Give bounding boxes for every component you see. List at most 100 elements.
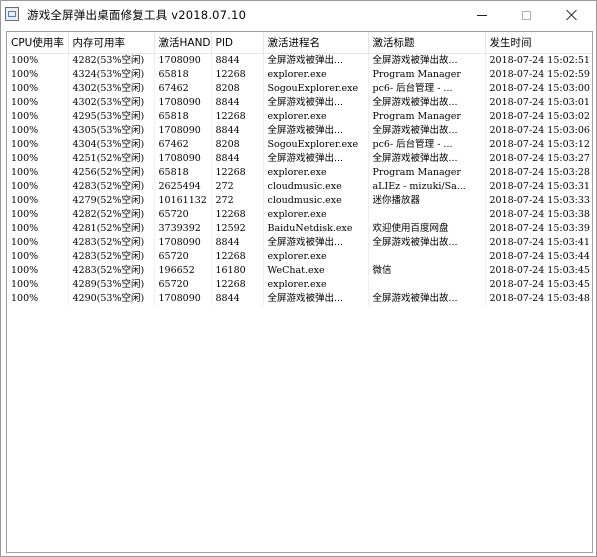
cell-memory: 4324(53%空闲) [68, 68, 155, 82]
table-row[interactable]: 100% 4302(53%空闲) 1708090 8844 全屏游戏被弹出... 全屏游戏… [7, 96, 592, 110]
column-header-cpu[interactable]: CPU使用率 [7, 32, 69, 54]
cell-title: 微信 [368, 264, 486, 278]
cell-cpu: 100% [7, 68, 69, 82]
cell-title: Program Manager [368, 110, 486, 124]
app-window-icon [5, 7, 19, 21]
cell-memory: 4295(53%空闲) [68, 110, 155, 124]
table-row[interactable]: 100% 4295(53%空闲) 65818 12268 explorer.exe Pro… [7, 110, 592, 124]
table-row[interactable]: 100% 4302(53%空闲) 67462 8208 SogouExplorer.ex… [7, 82, 592, 96]
cell-hand: 196652 [154, 264, 212, 278]
cell-cpu: 100% [7, 124, 69, 138]
cell-pid: 8844 [211, 53, 264, 68]
cell-memory: 4279(52%空闲) [68, 194, 155, 208]
activation-log-list[interactable]: CPU使用率 内存可用率 激活HAND PID 激活进程名 激活标题 发生时间 … [6, 31, 593, 553]
table-row[interactable]: 100% 4282(52%空闲) 65720 12268 explorer.exe 201… [7, 208, 592, 222]
cell-pid: 12268 [211, 278, 264, 292]
column-header-hand[interactable]: 激活HAND [154, 32, 212, 54]
window-title: 游戏全屏弹出桌面修复工具 v2018.07.10 [27, 8, 247, 22]
cell-pid: 8844 [211, 152, 264, 166]
header-row: CPU使用率 内存可用率 激活HAND PID 激活进程名 激活标题 发生时间 [7, 32, 592, 54]
cell-pid: 8844 [211, 96, 264, 110]
cell-memory: 4283(52%空闲) [68, 180, 155, 194]
column-header-pid[interactable]: PID [211, 32, 264, 54]
cell-title: Program Manager [368, 68, 486, 82]
column-header-process[interactable]: 激活进程名 [263, 32, 369, 54]
column-header-time[interactable]: 发生时间 [485, 32, 592, 54]
cell-pid: 8844 [211, 292, 264, 306]
cell-pid: 12268 [211, 166, 264, 180]
cell-cpu: 100% [7, 250, 69, 264]
cell-memory: 4256(52%空闲) [68, 166, 155, 180]
cell-process: explorer.exe [263, 166, 369, 180]
cell-hand: 65818 [154, 68, 212, 82]
cell-cpu: 100% [7, 110, 69, 124]
table-row[interactable]: 100% 4283(52%空闲) 196652 16180 WeChat.exe 微信 20… [7, 264, 592, 278]
cell-process: 全屏游戏被弹出... [263, 96, 369, 110]
cell-title: 欢迎使用百度网盘 [368, 222, 486, 236]
cell-time: 2018-07-24 15:03:38 [485, 208, 592, 222]
cell-hand: 65720 [154, 278, 212, 292]
cell-process: SogouExplorer.exe [263, 138, 369, 152]
cell-pid: 8208 [211, 82, 264, 96]
table-body: 100% 4282(53%空闲) 1708090 8844 全屏游戏被弹出... 全屏游戏… [7, 53, 592, 306]
table-row[interactable]: 100% 4256(52%空闲) 65818 12268 explorer.exe Pro… [7, 166, 592, 180]
cell-time: 2018-07-24 15:02:59 [485, 68, 592, 82]
cell-memory: 4283(52%空闲) [68, 236, 155, 250]
cell-hand: 65720 [154, 250, 212, 264]
cell-memory: 4302(53%空闲) [68, 82, 155, 96]
table-row[interactable]: 100% 4324(53%空闲) 65818 12268 explorer.exe Pro… [7, 68, 592, 82]
cell-title: 全屏游戏被弹出故... [368, 124, 486, 138]
table-row[interactable]: 100% 4282(53%空闲) 1708090 8844 全屏游戏被弹出... 全屏游戏… [7, 53, 592, 68]
table-row[interactable]: 100% 4305(53%空闲) 1708090 8844 全屏游戏被弹出... 全屏游戏… [7, 124, 592, 138]
cell-process: 全屏游戏被弹出... [263, 53, 369, 68]
cell-title: pc6- 后台管理 - ... [368, 138, 486, 152]
maximize-button[interactable] [504, 1, 549, 29]
cell-process: SogouExplorer.exe [263, 82, 369, 96]
cell-time: 2018-07-24 15:03:27 [485, 152, 592, 166]
cell-hand: 3739392 [154, 222, 212, 236]
table-row[interactable]: 100% 4290(53%空闲) 1708090 8844 全屏游戏被弹出... 全屏游戏… [7, 292, 592, 306]
column-header-memory[interactable]: 内存可用率 [68, 32, 155, 54]
cell-time: 2018-07-24 15:03:39 [485, 222, 592, 236]
cell-process: 全屏游戏被弹出... [263, 124, 369, 138]
cell-title: Program Manager [368, 166, 486, 180]
cell-cpu: 100% [7, 152, 69, 166]
cell-title: aLIEz - mizuki/Sa... [368, 180, 486, 194]
table-row[interactable]: 100% 4283(52%空闲) 2625494 272 cloudmusic.exe a… [7, 180, 592, 194]
cell-cpu: 100% [7, 166, 69, 180]
cell-pid: 8844 [211, 124, 264, 138]
cell-process: BaiduNetdisk.exe [263, 222, 369, 236]
table-row[interactable]: 100% 4289(53%空闲) 65720 12268 explorer.exe 201… [7, 278, 592, 292]
cell-time: 2018-07-24 15:03:02 [485, 110, 592, 124]
cell-time: 2018-07-24 15:03:45 [485, 264, 592, 278]
cell-memory: 4302(53%空闲) [68, 96, 155, 110]
cell-hand: 67462 [154, 138, 212, 152]
cell-pid: 12268 [211, 110, 264, 124]
table-row[interactable]: 100% 4283(52%空闲) 65720 12268 explorer.exe 201… [7, 250, 592, 264]
title-bar[interactable]: 游戏全屏弹出桌面修复工具 v2018.07.10 [1, 1, 596, 29]
cell-cpu: 100% [7, 180, 69, 194]
cell-hand: 1708090 [154, 152, 212, 166]
cell-process: WeChat.exe [263, 264, 369, 278]
cell-cpu: 100% [7, 292, 69, 306]
table-row[interactable]: 100% 4304(53%空闲) 67462 8208 SogouExplorer.ex… [7, 138, 592, 152]
column-header-title[interactable]: 激活标题 [368, 32, 486, 54]
cell-pid: 12592 [211, 222, 264, 236]
close-button[interactable] [549, 1, 594, 29]
table-row[interactable]: 100% 4281(52%空闲) 3739392 12592 BaiduNetdisk.… [7, 222, 592, 236]
cell-hand: 1708090 [154, 53, 212, 68]
minimize-button[interactable] [459, 1, 504, 29]
cell-hand: 65818 [154, 110, 212, 124]
cell-time: 2018-07-24 15:03:12 [485, 138, 592, 152]
table-row[interactable]: 100% 4283(52%空闲) 1708090 8844 全屏游戏被弹出... 全屏游戏… [7, 236, 592, 250]
cell-cpu: 100% [7, 278, 69, 292]
cell-memory: 4283(52%空闲) [68, 250, 155, 264]
table-row[interactable]: 100% 4279(52%空闲) 10161132 272 cloudmusic.exe… [7, 194, 592, 208]
table-row[interactable]: 100% 4251(52%空闲) 1708090 8844 全屏游戏被弹出... 全屏游戏… [7, 152, 592, 166]
cell-time: 2018-07-24 15:03:33 [485, 194, 592, 208]
cell-memory: 4305(53%空闲) [68, 124, 155, 138]
cell-title: 全屏游戏被弹出故... [368, 292, 486, 306]
cell-memory: 4251(52%空闲) [68, 152, 155, 166]
cell-title: 全屏游戏被弹出故... [368, 53, 486, 68]
cell-memory: 4283(52%空闲) [68, 264, 155, 278]
